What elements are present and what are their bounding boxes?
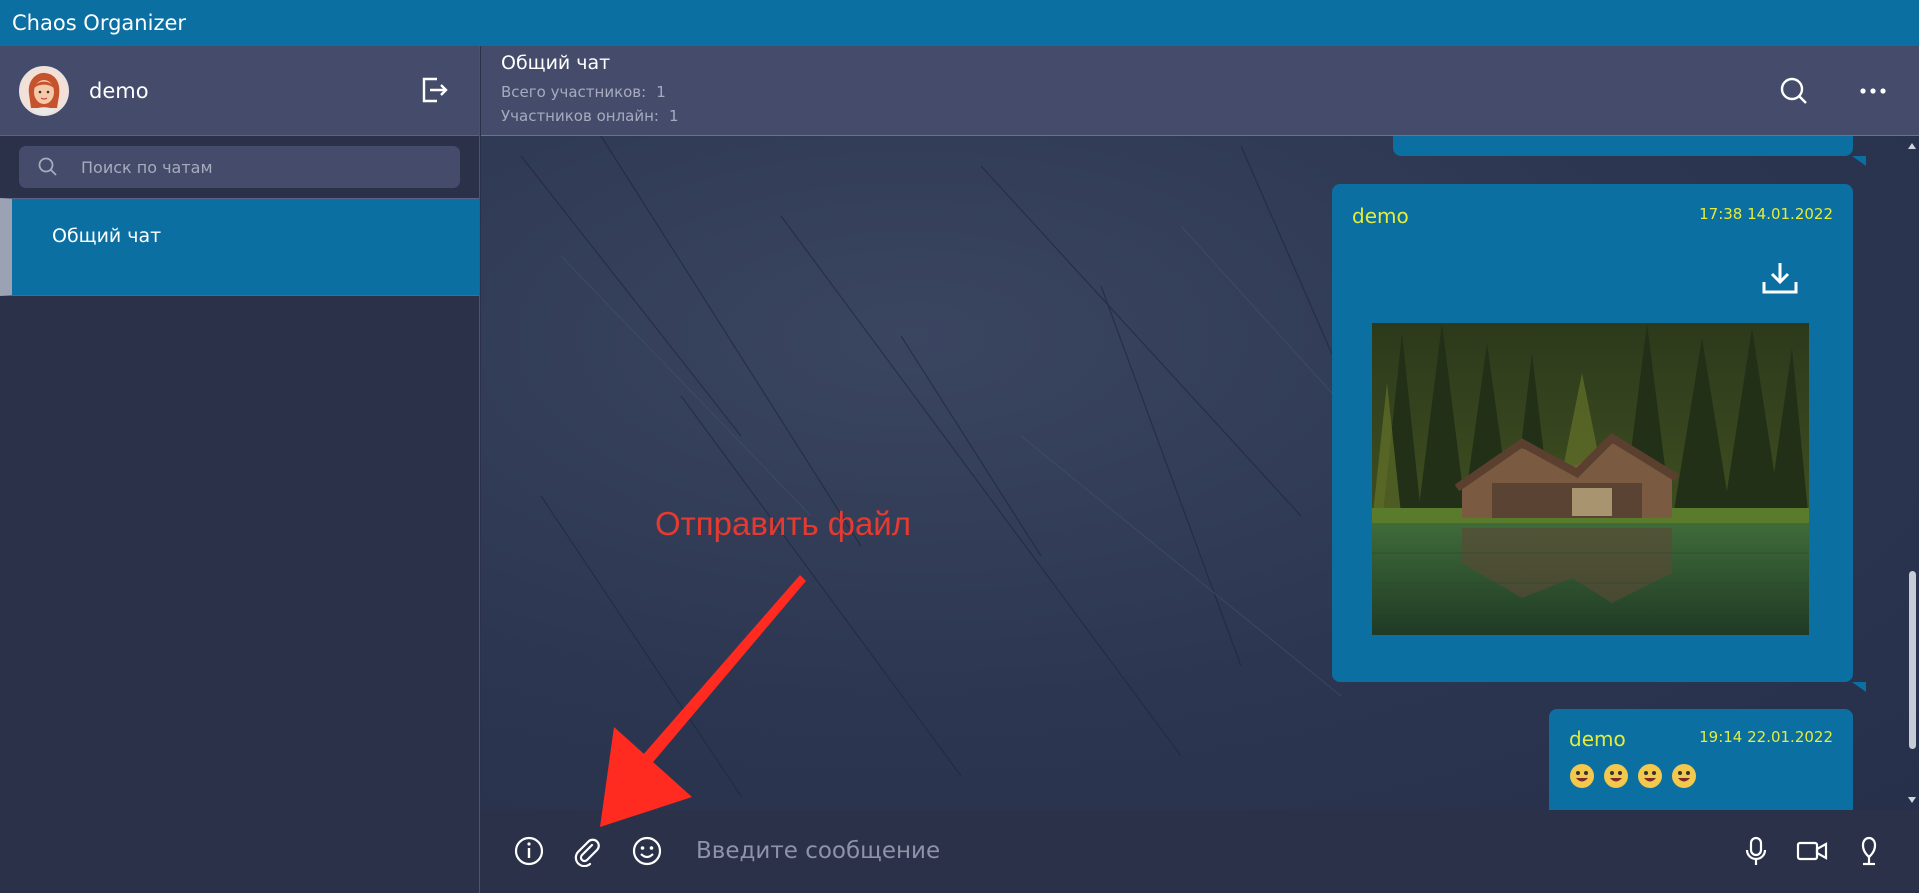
chat-online: Участников онлайн: 1 (501, 104, 1919, 128)
chat-search-box[interactable] (19, 146, 460, 188)
message-scrollbar[interactable] (1905, 136, 1919, 810)
chat-search (0, 136, 479, 198)
message-bubble-previous (1393, 136, 1853, 156)
sidebar: demo Общий чат (0, 46, 480, 893)
info-icon[interactable] (513, 835, 545, 867)
download-icon[interactable] (1760, 260, 1800, 296)
paperclip-icon[interactable] (571, 835, 603, 867)
chat-participants: Всего участников: 1 (501, 80, 1919, 104)
attached-image[interactable] (1372, 323, 1809, 635)
message-input[interactable] (696, 830, 1696, 872)
message-bubble-image: demo 17:38 14.01.2022 (1332, 184, 1853, 682)
app-title-bar: Chaos Organizer (0, 0, 1919, 46)
grinning-emoji-icon (1570, 764, 1594, 788)
chat-search-input[interactable] (81, 157, 421, 177)
search-icon[interactable] (1777, 74, 1811, 108)
chat-header: Общий чат Всего участников: 1 Участников … (481, 46, 1919, 136)
app-title: Chaos Organizer (12, 11, 187, 35)
user-name: demo (89, 78, 149, 103)
message-author: demo (1569, 727, 1626, 751)
bubble-tail (1852, 156, 1866, 166)
message-emojis (1569, 763, 1697, 789)
grinning-emoji-icon (1672, 764, 1696, 788)
message-bubble-text: demo 19:14 22.01.2022 (1549, 709, 1853, 810)
annotation-arrow-icon (600, 575, 806, 827)
bubble-tail (1852, 682, 1866, 692)
microphone-icon[interactable] (1740, 835, 1772, 867)
smiley-icon[interactable] (631, 835, 663, 867)
message-time: 19:14 22.01.2022 (1699, 728, 1833, 746)
message-time: 17:38 14.01.2022 (1699, 205, 1833, 223)
message-author: demo (1352, 204, 1409, 228)
grinning-emoji-icon (1604, 764, 1628, 788)
chat-title: Общий чат (501, 52, 611, 74)
participants-label: Всего участников: (501, 83, 647, 101)
annotation-label: Отправить файл (655, 505, 911, 542)
location-icon[interactable] (1853, 835, 1885, 867)
chat-list-item[interactable]: Общий чат (0, 198, 479, 296)
participants-value: 1 (656, 83, 666, 101)
search-icon (38, 157, 57, 176)
more-icon[interactable] (1856, 74, 1890, 108)
online-label: Участников онлайн: (501, 107, 659, 125)
user-profile: demo (0, 46, 479, 136)
logout-icon[interactable] (417, 74, 449, 106)
grinning-emoji-icon (1638, 764, 1662, 788)
video-camera-icon[interactable] (1796, 835, 1828, 867)
online-value: 1 (668, 107, 679, 125)
avatar[interactable] (19, 65, 69, 116)
chat-list-item-label: Общий чат (52, 225, 162, 247)
